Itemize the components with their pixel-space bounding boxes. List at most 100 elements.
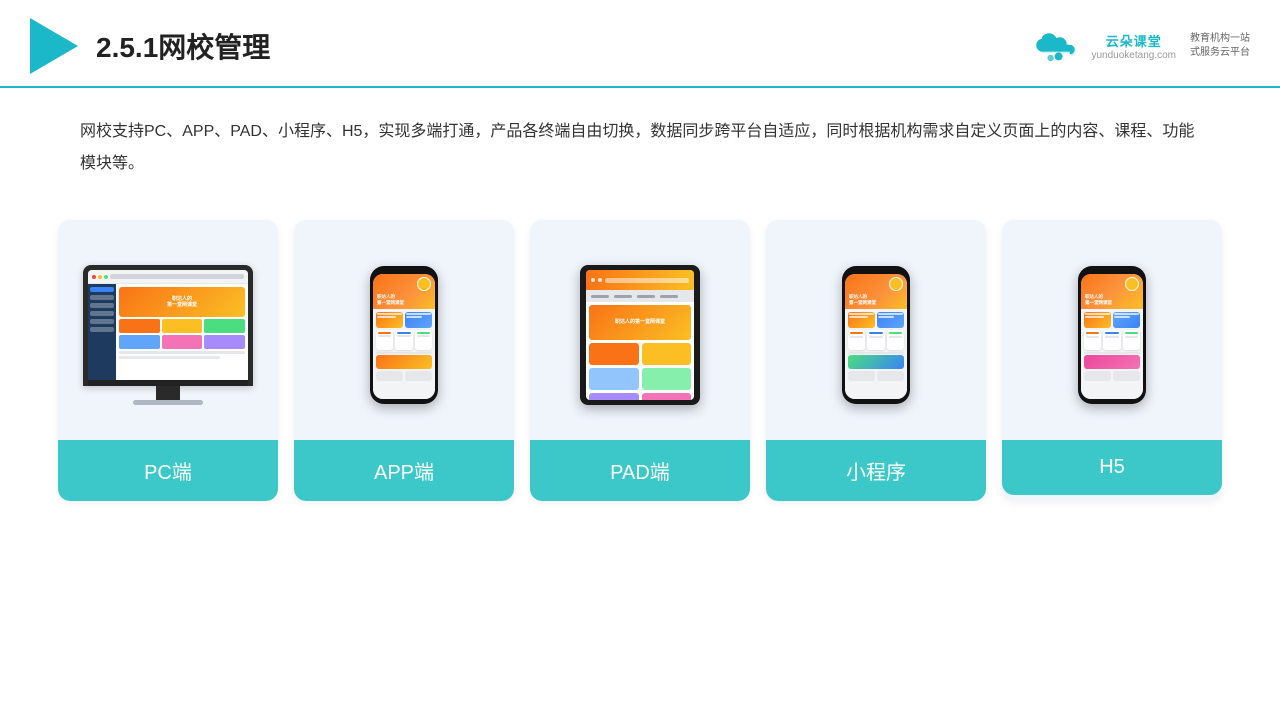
tablet-nav — [586, 290, 694, 302]
nav-dot-yellow — [98, 275, 102, 279]
tablet-nav-3 — [637, 295, 655, 298]
phone-screen-header: 职达人的第一堂网课堂 — [373, 274, 435, 309]
sidebar-item-6 — [90, 327, 114, 332]
phone-row-2 — [376, 330, 432, 350]
tablet-banner: 职达人的第一堂网课堂 — [589, 305, 691, 340]
miniapp-header: 职达人的第一堂网课堂 — [845, 274, 907, 309]
cloud-icon — [1033, 30, 1081, 62]
h5-notch — [1102, 269, 1122, 273]
miniapp-image-area: 职达人的第一堂网课堂 — [766, 220, 986, 440]
brand-url: yunduoketang.com — [1091, 50, 1176, 61]
tablet-dot-1 — [591, 278, 595, 282]
h5-image-area: 职达人的第一堂网课堂 — [1002, 220, 1222, 440]
h5-avatar — [1125, 277, 1139, 291]
pc-sidebar — [88, 284, 116, 380]
tablet-nav-1 — [591, 295, 609, 298]
h5-divider — [1084, 352, 1140, 354]
pc-nav-bar — [88, 270, 248, 284]
miniapp-row-2 — [848, 330, 904, 350]
grid-item-2 — [162, 319, 203, 333]
miniapp-divider — [848, 352, 904, 354]
pc-content: 职达人的第一堂网课堂 — [88, 284, 248, 380]
app-card: 职达人的第一堂网课堂 — [294, 220, 514, 501]
h5-card: 职达人的第一堂网课堂 — [1002, 220, 1222, 501]
phone-row-1 — [376, 312, 432, 328]
app-phone-mockup: 职达人的第一堂网课堂 — [370, 266, 438, 404]
h5-card-3 — [1084, 330, 1101, 350]
page-title: 2.5.1网校管理 — [96, 26, 270, 66]
miniapp-row-4 — [848, 371, 904, 381]
h5-line-3 — [1114, 313, 1139, 315]
tablet-header — [586, 270, 694, 290]
h5-card-4 — [1103, 330, 1120, 350]
pad-image-area: 职达人的第一堂网课堂 — [530, 220, 750, 440]
h5-big-card — [1084, 355, 1140, 369]
h5-row-3 — [1084, 355, 1140, 369]
tablet-block-3 — [589, 368, 639, 390]
h5-card-5 — [1123, 330, 1140, 350]
tablet-block-4 — [642, 368, 692, 390]
h5-phone-mockup: 职达人的第一堂网课堂 — [1078, 266, 1146, 404]
pc-base — [133, 400, 203, 405]
brand-tagline: 教育机构一站式服务云平台 — [1190, 32, 1250, 60]
pad-tablet-mockup: 职达人的第一堂网课堂 — [580, 265, 700, 405]
miniapp-screen: 职达人的第一堂网课堂 — [845, 274, 907, 399]
mini-line-2 — [849, 316, 868, 318]
grid-item-3 — [204, 319, 245, 333]
h5-screen: 职达人的第一堂网课堂 — [1081, 274, 1143, 399]
card-line-3 — [406, 313, 431, 315]
pc-main-content: 职达人的第一堂网课堂 — [116, 284, 248, 380]
miniapp-card-1 — [848, 312, 875, 328]
mini-line-1 — [849, 313, 874, 315]
miniapp-card-2 — [877, 312, 904, 328]
pc-grid — [119, 319, 245, 349]
pc-banner: 职达人的第一堂网课堂 — [119, 287, 245, 317]
sidebar-item-5 — [90, 319, 114, 324]
h5-footer-1 — [1084, 371, 1111, 381]
pc-label: PC端 — [58, 440, 278, 501]
phone-card-5 — [415, 330, 432, 350]
pc-banner-text: 职达人的第一堂网课堂 — [167, 296, 197, 309]
tablet-dot-2 — [598, 278, 602, 282]
miniapp-card: 职达人的第一堂网课堂 — [766, 220, 986, 501]
grid-item-4 — [119, 335, 160, 349]
tablet-block-2 — [642, 343, 692, 365]
app-label: APP端 — [294, 440, 514, 501]
miniapp-body — [845, 309, 907, 399]
device-cards-container: 职达人的第一堂网课堂 — [0, 190, 1280, 521]
tablet-block-5 — [589, 393, 639, 400]
nav-dot-red — [92, 275, 96, 279]
card-line-1 — [377, 313, 402, 315]
brand-logo: 云朵课堂 yunduoketang.com — [1091, 31, 1176, 61]
phone-footer-2 — [405, 371, 432, 381]
phone-screen: 职达人的第一堂网课堂 — [373, 274, 435, 399]
tablet-banner-text: 职达人的第一堂网课堂 — [615, 319, 665, 326]
h5-card-1 — [1084, 312, 1111, 328]
page-header: 2.5.1网校管理 云朵课堂 yunduoketang.com 教育机构一站式服… — [0, 0, 1280, 88]
tablet-header-bar — [605, 278, 689, 283]
pc-monitor: 职达人的第一堂网课堂 — [83, 265, 253, 386]
tablet-body — [586, 340, 694, 400]
mini-line-4 — [878, 316, 894, 318]
phone-divider — [376, 352, 432, 354]
pc-line-1 — [119, 351, 245, 354]
phone-row-4 — [376, 371, 432, 381]
sidebar-item-3 — [90, 303, 114, 308]
h5-row-2 — [1084, 330, 1140, 350]
nav-dot-green — [104, 275, 108, 279]
h5-row-4 — [1084, 371, 1140, 381]
h5-row-1 — [1084, 312, 1140, 328]
pc-line-2 — [119, 356, 220, 359]
h5-line-1 — [1085, 313, 1110, 315]
grid-item-1 — [119, 319, 160, 333]
tablet-nav-4 — [660, 295, 678, 298]
header-left: 2.5.1网校管理 — [30, 18, 270, 74]
tablet-nav-2 — [614, 295, 632, 298]
miniapp-row-1 — [848, 312, 904, 328]
pc-card: 职达人的第一堂网课堂 — [58, 220, 278, 501]
h5-line-4 — [1114, 316, 1130, 318]
brand-name: 云朵课堂 — [1106, 31, 1162, 50]
h5-line-2 — [1085, 316, 1104, 318]
pc-screen: 职达人的第一堂网课堂 — [88, 270, 248, 380]
pad-label: PAD端 — [530, 440, 750, 501]
